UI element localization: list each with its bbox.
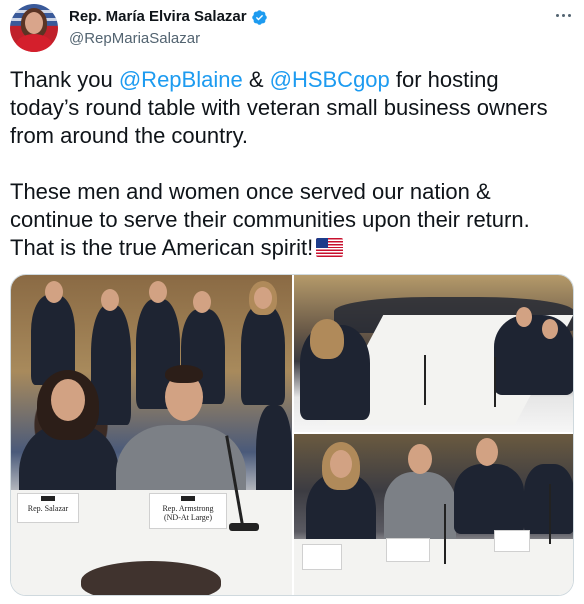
us-flag-emoji xyxy=(316,238,344,257)
nameplate-line: (ND-At Large) xyxy=(163,513,213,522)
photo-roundtable-bottom-right[interactable] xyxy=(294,434,573,595)
photo-roundtable-left[interactable]: Rep. Salazar Rep. Armstrong (ND-At Large… xyxy=(11,275,292,595)
author-display-name[interactable]: Rep. María Elvira Salazar xyxy=(69,8,247,26)
tweet-text-segment: & xyxy=(242,67,270,92)
tweet-text: Thank you @RepBlaine & @HSBCgop for host… xyxy=(10,66,580,262)
nameplate: Rep. Armstrong (ND-At Large) xyxy=(149,493,227,529)
author-block: Rep. María Elvira Salazar @RepMariaSalaz… xyxy=(69,8,268,48)
verified-badge-icon xyxy=(251,9,267,25)
nameplate-line: Rep. Armstrong xyxy=(162,504,214,513)
tweet-line: Thank you @RepBlaine & @HSBCgop for host… xyxy=(10,66,580,94)
nameplate-line: Rep. Salazar xyxy=(27,504,69,513)
nameplate: Rep. Salazar xyxy=(17,493,79,523)
photo-grid: Rep. Salazar Rep. Armstrong (ND-At Large… xyxy=(10,274,574,596)
tweet-line: continue to serve their communities upon… xyxy=(10,207,530,232)
tweet-line: from around the country. xyxy=(10,123,249,148)
author-handle[interactable]: @RepMariaSalazar xyxy=(69,30,268,48)
tweet-line: These men and women once served our nati… xyxy=(10,179,491,204)
tweet-text-segment: Thank you xyxy=(10,67,119,92)
tweet-text-segment: for hosting xyxy=(389,67,499,92)
tweet-line: today’s round table with veteran small b… xyxy=(10,95,548,120)
tweet-line: That is the true American spirit! xyxy=(10,234,580,262)
mention-link[interactable]: @HSBCgop xyxy=(270,67,390,92)
more-options-icon[interactable] xyxy=(556,10,576,20)
tweet-text-segment: That is the true American spirit! xyxy=(10,235,314,260)
author-name-row[interactable]: Rep. María Elvira Salazar xyxy=(69,8,268,26)
tweet-card: Rep. María Elvira Salazar @RepMariaSalaz… xyxy=(0,0,584,604)
photo-roundtable-top-right[interactable] xyxy=(294,275,573,432)
mention-link[interactable]: @RepBlaine xyxy=(119,67,243,92)
profile-avatar[interactable] xyxy=(10,4,58,52)
